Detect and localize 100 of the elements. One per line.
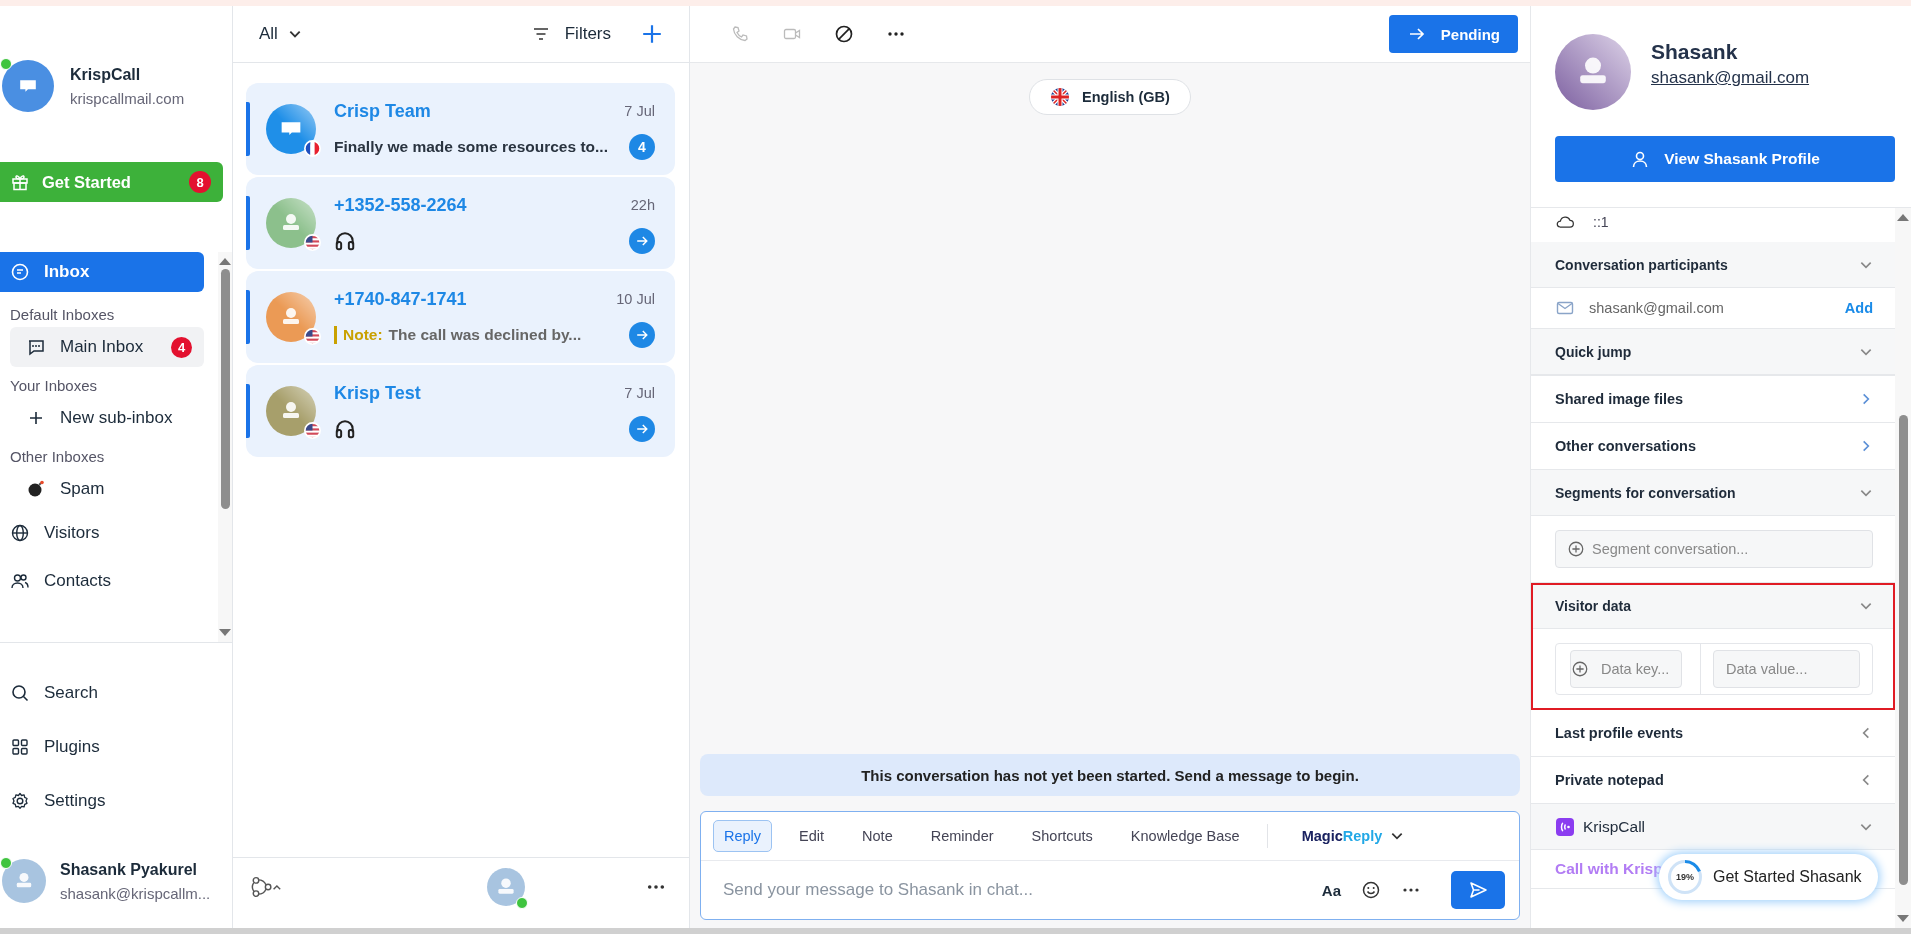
composer-tab[interactable]: Edit bbox=[788, 820, 836, 852]
arrow-right-button[interactable] bbox=[629, 416, 655, 442]
arrow-right-button[interactable] bbox=[629, 228, 655, 254]
section-link[interactable]: Other conversations bbox=[1531, 423, 1895, 469]
section-header[interactable]: Segments for conversation bbox=[1531, 470, 1895, 516]
contact-name: Krisp Test bbox=[334, 382, 422, 404]
timestamp: 7 Jul bbox=[624, 103, 655, 119]
section-header[interactable]: Private notepad bbox=[1531, 757, 1895, 803]
magic-reply-dropdown[interactable]: MagicReply bbox=[1301, 828, 1405, 844]
nav-item[interactable]: Settings bbox=[0, 781, 204, 821]
filter-dropdown[interactable]: All bbox=[259, 24, 302, 44]
nav-item[interactable]: Visitors bbox=[0, 513, 204, 553]
ip-address: ::1 bbox=[1593, 214, 1609, 230]
composer-tab[interactable]: Knowledge Base bbox=[1119, 820, 1251, 852]
data-value-field[interactable]: Data value... bbox=[1713, 650, 1860, 688]
data-key-field[interactable]: Data key... bbox=[1570, 650, 1682, 688]
section-heading: Your Inboxes bbox=[9, 376, 98, 396]
section-header[interactable]: KrispCall bbox=[1531, 804, 1895, 850]
progress-ring: 19% bbox=[1667, 859, 1703, 895]
scrollbar[interactable] bbox=[1895, 208, 1911, 928]
message-preview: Finally we made some resources to... bbox=[334, 138, 609, 156]
globe-icon bbox=[10, 523, 30, 543]
timestamp: 7 Jul bbox=[624, 385, 655, 401]
get-started-button[interactable]: Get Started 8 bbox=[0, 162, 223, 202]
message-preview: The call was declined by... bbox=[388, 326, 583, 344]
flag-icon bbox=[304, 234, 321, 251]
sub-nav-item[interactable]: New sub-inbox bbox=[10, 398, 204, 438]
bomb-icon bbox=[26, 479, 46, 499]
message-input[interactable]: Send your message to Shasank in chat... bbox=[721, 879, 1302, 901]
note-label: Note: bbox=[343, 326, 383, 344]
emoji-icon[interactable] bbox=[1361, 880, 1381, 900]
conversation-card[interactable]: Krisp Test 7 Jul bbox=[246, 365, 675, 457]
nav-item[interactable]: Search bbox=[0, 673, 204, 713]
email-link[interactable]: shasank@gmail.com bbox=[1651, 68, 1810, 88]
people-icon bbox=[10, 571, 30, 591]
language-selector[interactable]: English (GB) bbox=[1029, 79, 1191, 115]
send-button[interactable] bbox=[1451, 871, 1505, 909]
composer-tab[interactable]: Note bbox=[851, 820, 904, 852]
flag-icon bbox=[304, 140, 321, 157]
sub-nav-item[interactable]: Spam bbox=[10, 469, 204, 509]
section-heading: Other Inboxes bbox=[9, 447, 106, 467]
section-header[interactable]: Quick jump bbox=[1531, 329, 1895, 375]
section-header[interactable]: Conversation participants bbox=[1531, 242, 1895, 288]
arrow-right-button[interactable] bbox=[629, 322, 655, 348]
plus-circle-icon bbox=[1567, 540, 1585, 558]
pending-button[interactable]: Pending bbox=[1388, 15, 1518, 53]
filters-button[interactable]: Filters bbox=[530, 24, 611, 44]
composer-tab[interactable]: Reply bbox=[713, 820, 773, 852]
account-name: KrispCall bbox=[70, 65, 142, 84]
nav-item[interactable]: Contacts bbox=[0, 561, 204, 601]
scrollbar[interactable] bbox=[218, 252, 232, 642]
contact-name: +1352-558-2264 bbox=[334, 194, 468, 216]
chat-bubble-icon bbox=[10, 262, 30, 282]
account-email: krispcallmail.com bbox=[70, 89, 185, 107]
nodes-icon[interactable] bbox=[250, 876, 284, 898]
info-banner: This conversation has not yet been started. Send a message to begin. bbox=[700, 754, 1520, 796]
contact-name: Shasank bbox=[1651, 40, 1739, 64]
flag-icon bbox=[304, 328, 321, 345]
composer-tab[interactable]: Shortcuts bbox=[1020, 820, 1104, 852]
section-header[interactable]: Last profile events bbox=[1531, 710, 1895, 756]
user-name: Shasank Pyakurel bbox=[60, 860, 198, 879]
settings-icon bbox=[10, 791, 30, 811]
participant-email: shasank@gmail.com bbox=[1589, 300, 1725, 316]
timestamp: 22h bbox=[630, 197, 655, 213]
plus-circle-icon bbox=[1571, 660, 1589, 678]
plugin-logo-icon bbox=[1555, 816, 1575, 837]
contact-name: +1740-847-1741 bbox=[334, 288, 468, 310]
block-icon[interactable] bbox=[834, 24, 854, 44]
section-heading: Default Inboxes bbox=[9, 305, 116, 325]
nav-item[interactable]: Inbox bbox=[0, 252, 204, 292]
composer-tab[interactable]: Reminder bbox=[919, 820, 1005, 852]
section-link[interactable]: Shared image files bbox=[1531, 376, 1895, 422]
more-icon[interactable] bbox=[647, 884, 665, 890]
send-icon bbox=[1468, 880, 1488, 900]
conversation-card[interactable]: +1352-558-2264 22h bbox=[246, 177, 675, 269]
conversation-card[interactable]: +1740-847-1741 10 Jul Note: The call was declined by... bbox=[246, 271, 675, 363]
flag-icon bbox=[1050, 87, 1071, 107]
view-profile-button[interactable]: View Shasank Profile bbox=[1555, 136, 1895, 182]
text-format-button[interactable]: Aa bbox=[1321, 881, 1341, 899]
avatar[interactable] bbox=[486, 868, 525, 906]
contact-name: Crisp Team bbox=[334, 100, 432, 122]
count-badge: 4 bbox=[171, 336, 192, 358]
headphones-icon bbox=[334, 230, 356, 252]
search-icon bbox=[10, 683, 30, 703]
user-email: shasank@krispcallm... bbox=[60, 884, 211, 902]
timestamp: 10 Jul bbox=[616, 291, 655, 307]
grid-icon bbox=[10, 737, 30, 757]
flag-icon bbox=[304, 422, 321, 439]
headphones-icon bbox=[334, 418, 356, 440]
conversation-card[interactable]: Crisp Team 7 Jul Finally we made some resources to... 4 bbox=[246, 83, 675, 175]
add-link[interactable]: Add bbox=[1844, 300, 1873, 316]
segment-field[interactable]: Segment conversation... bbox=[1555, 530, 1873, 568]
section-header[interactable]: Visitor data bbox=[1531, 583, 1895, 629]
unread-count: 4 bbox=[629, 134, 655, 160]
plus-icon[interactable] bbox=[641, 23, 663, 45]
count-badge: 8 bbox=[189, 171, 211, 193]
gift-icon bbox=[10, 172, 30, 192]
sub-nav-item[interactable]: Main Inbox 4 bbox=[10, 327, 204, 367]
nav-item[interactable]: Plugins bbox=[0, 727, 204, 767]
chat-icon bbox=[26, 337, 46, 357]
